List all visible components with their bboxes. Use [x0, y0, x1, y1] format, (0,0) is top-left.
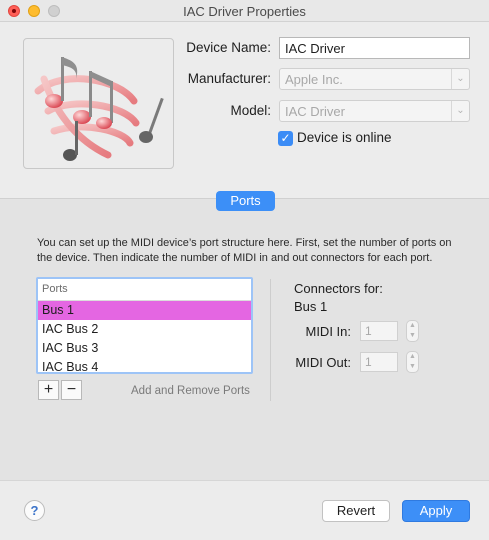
midi-in-field[interactable]: 1 [360, 321, 398, 341]
ports-description: You can set up the MIDI device’s port st… [37, 237, 452, 264]
model-label: Model: [230, 103, 271, 118]
device-name-label: Device Name: [186, 40, 271, 55]
title-bar: IAC Driver Properties [0, 0, 489, 22]
connectors-title: Connectors for: [294, 281, 383, 296]
device-online-label[interactable]: Device is online [297, 130, 392, 145]
window-title: IAC Driver Properties [183, 4, 306, 19]
manufacturer-combo[interactable]: Apple Inc. ⌄ [279, 68, 470, 90]
add-port-button[interactable]: + [38, 380, 59, 400]
checkmark-icon: ✓ [280, 131, 291, 145]
remove-port-button[interactable]: − [61, 380, 82, 400]
apply-button[interactable]: Apply [402, 500, 470, 522]
list-item[interactable]: IAC Bus 4 [38, 358, 251, 372]
device-info-section: Device Name: IAC Driver Manufacturer: Ap… [0, 22, 489, 198]
tab-ports[interactable]: Ports [216, 191, 275, 211]
midi-out-field[interactable]: 1 [360, 352, 398, 372]
ports-divider [270, 279, 271, 401]
midi-in-label: MIDI In: [305, 324, 351, 339]
midi-out-label: MIDI Out: [295, 355, 351, 370]
midi-out-stepper[interactable]: ▲ ▼ [406, 351, 419, 373]
chevron-down-icon: ⌄ [451, 101, 469, 121]
manufacturer-value: Apple Inc. [285, 72, 343, 87]
add-remove-caption: Add and Remove Ports [131, 385, 250, 397]
chevron-down-icon: ⌄ [451, 69, 469, 89]
device-name-field[interactable]: IAC Driver [279, 37, 470, 59]
list-item[interactable]: Bus 1 [38, 301, 251, 320]
stepper-arrows-icon: ▲ ▼ [409, 322, 416, 339]
midi-in-stepper[interactable]: ▲ ▼ [406, 320, 419, 342]
model-value: IAC Driver [285, 104, 345, 119]
manufacturer-label: Manufacturer: [187, 71, 271, 86]
connectors-bus: Bus 1 [294, 299, 328, 314]
revert-button[interactable]: Revert [322, 500, 390, 522]
ports-list[interactable]: Ports Bus 1 IAC Bus 2 IAC Bus 3 IAC Bus … [36, 277, 253, 374]
help-button[interactable]: ? [24, 500, 45, 521]
stepper-arrows-icon: ▲ ▼ [409, 353, 416, 370]
ports-list-header: Ports [38, 279, 251, 301]
device-online-checkbox[interactable]: ✓ [278, 131, 293, 146]
list-item[interactable]: IAC Bus 3 [38, 339, 251, 358]
list-item[interactable]: IAC Bus 2 [38, 320, 251, 339]
model-combo[interactable]: IAC Driver ⌄ [279, 100, 470, 122]
